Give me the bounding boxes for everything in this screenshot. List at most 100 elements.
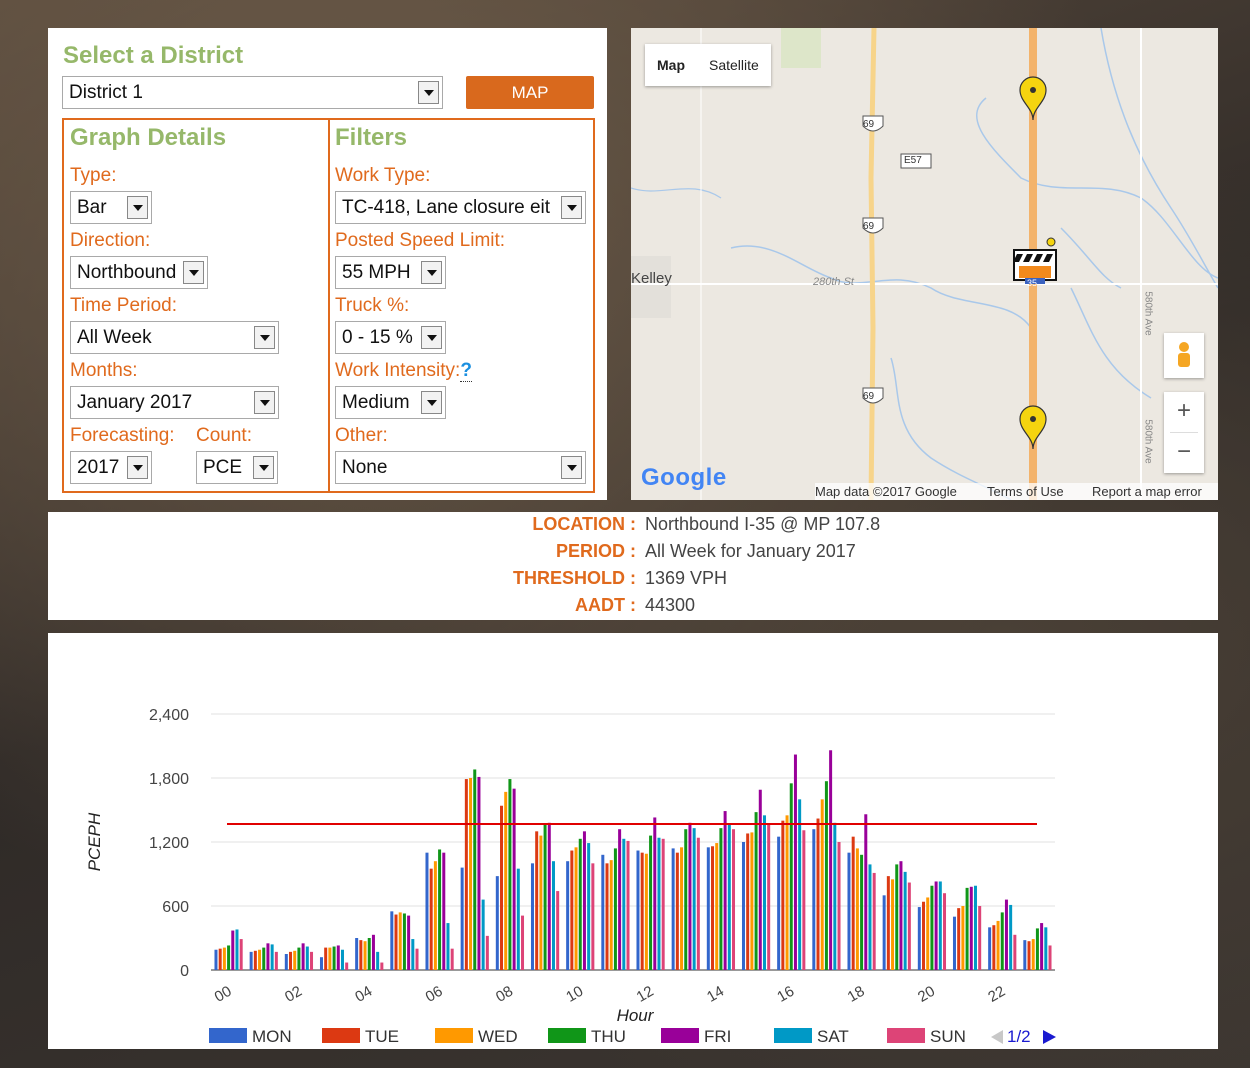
truck-percent-label: Truck %: (335, 295, 410, 316)
bar-sat-20 (938, 881, 942, 970)
bar-fri-01 (266, 943, 270, 970)
threshold-key: THRESHOLD : (513, 568, 636, 588)
chevron-down-icon[interactable] (254, 391, 275, 414)
chevron-down-icon[interactable] (561, 456, 582, 479)
bar-mon-23 (1023, 940, 1027, 970)
district-select[interactable]: District 1 (62, 76, 443, 109)
bar-sat-01 (270, 944, 274, 970)
bar-sat-15 (762, 815, 766, 970)
terms-link[interactable]: Terms of Use (987, 484, 1064, 499)
bar-thu-07 (473, 769, 477, 970)
type-select[interactable]: Bar (70, 191, 152, 224)
bar-sat-21 (973, 885, 977, 970)
help-icon[interactable]: ? (460, 360, 472, 382)
bar-wed-18 (855, 848, 859, 970)
chevron-down-icon[interactable] (127, 196, 148, 219)
bar-sun-09 (556, 891, 560, 970)
bar-wed-00 (222, 947, 226, 970)
map-type-satellite-button[interactable]: Satellite (697, 44, 771, 86)
bar-fri-02 (301, 943, 305, 970)
bar-sat-03 (340, 949, 344, 970)
chevron-down-icon[interactable] (254, 326, 275, 349)
bar-tue-12 (640, 852, 644, 970)
bar-sat-11 (622, 838, 626, 970)
bar-tue-16 (781, 820, 785, 970)
x-tick-label: 06 (423, 983, 446, 1006)
months-select[interactable]: January 2017 (70, 386, 279, 419)
bar-thu-10 (578, 838, 582, 970)
y-tick-label: 1,800 (149, 771, 189, 788)
chevron-down-icon[interactable] (127, 456, 148, 479)
bar-tue-02 (289, 951, 293, 970)
filters-heading: Filters (335, 124, 408, 151)
map-view[interactable]: 69 69 69 E57 Kelley 280th St 35 580th Av… (631, 28, 1218, 500)
zoom-in-button[interactable]: + (1164, 392, 1204, 432)
speed-limit-select[interactable]: 55 MPH (335, 256, 446, 289)
bar-fri-04 (371, 934, 375, 970)
bar-wed-10 (574, 847, 578, 970)
time-period-label: Time Period: (70, 295, 177, 316)
chevron-down-icon[interactable] (421, 326, 442, 349)
bar-mon-11 (601, 854, 605, 970)
bar-sat-09 (551, 861, 555, 970)
legend-next-arrow-icon[interactable] (1043, 1030, 1056, 1044)
location-row: LOCATION : Northbound I-35 @ MP 107.8 (48, 514, 1218, 540)
bar-sun-04 (380, 962, 384, 970)
bar-fri-09 (547, 822, 551, 970)
bar-tue-14 (711, 846, 715, 970)
bar-thu-00 (227, 945, 231, 970)
time-period-select[interactable]: All Week (70, 321, 279, 354)
bar-fri-00 (231, 930, 235, 970)
direction-label: Direction: (70, 230, 151, 251)
map-data-text: Map data ©2017 Google (815, 484, 957, 499)
bar-fri-21 (969, 886, 973, 970)
threshold-row: THRESHOLD : 1369 VPH (48, 568, 1218, 594)
work-type-select[interactable]: TC-418, Lane closure eit (335, 191, 586, 224)
bar-sun-13 (696, 837, 700, 970)
kelley-town-label: Kelley (631, 270, 672, 287)
direction-select[interactable]: Northbound (70, 256, 208, 289)
type-label: Type: (70, 165, 117, 186)
chevron-down-icon[interactable] (561, 196, 582, 219)
bar-tue-08 (500, 805, 504, 970)
bar-wed-14 (715, 843, 719, 970)
forecasting-select[interactable]: 2017 (70, 451, 152, 484)
bar-fri-10 (582, 831, 586, 970)
other-select[interactable]: None (335, 451, 586, 484)
zoom-out-button[interactable]: − (1164, 433, 1204, 473)
speed-limit-label: Posted Speed Limit: (335, 230, 506, 251)
bar-thu-23 (1035, 928, 1039, 970)
chevron-down-icon[interactable] (418, 81, 439, 104)
ave-580th-label: 580th Ave (1142, 419, 1154, 464)
bar-fri-13 (688, 822, 692, 970)
map-button[interactable]: MAP (466, 76, 594, 109)
legend-swatch-sun (887, 1028, 925, 1043)
google-logo[interactable]: Google (641, 464, 727, 492)
count-select[interactable]: PCE (196, 451, 278, 484)
bar-sun-19 (907, 882, 911, 970)
bar-wed-07 (469, 778, 473, 970)
truck-percent-select[interactable]: 0 - 15 % (335, 321, 446, 354)
bar-tue-23 (1027, 941, 1031, 970)
bar-sat-04 (376, 951, 380, 970)
chevron-down-icon[interactable] (183, 261, 204, 284)
bar-thu-01 (262, 947, 266, 970)
bar-fri-12 (653, 817, 657, 970)
bar-wed-04 (363, 941, 367, 970)
work-intensity-select[interactable]: Medium (335, 386, 446, 419)
report-map-error-link[interactable]: Report a map error (1092, 484, 1202, 499)
street-view-pegman-icon[interactable] (1164, 333, 1204, 378)
chevron-down-icon[interactable] (421, 391, 442, 414)
other-label: Other: (335, 425, 388, 446)
map-type-map-button[interactable]: Map (645, 44, 697, 86)
bar-fri-18 (864, 814, 868, 970)
bar-mon-15 (741, 842, 745, 970)
bar-mon-22 (988, 927, 992, 970)
chart-panel: 0 600 1,200 1,800 2,400 PCEPH 00 02 04 06 08 10 12 14… (48, 633, 1218, 1049)
legend-label-fri: FRI (704, 1027, 731, 1046)
x-tick-label: 14 (704, 983, 727, 1006)
bar-tue-21 (957, 908, 961, 970)
chevron-down-icon[interactable] (253, 456, 274, 479)
chevron-down-icon[interactable] (421, 261, 442, 284)
bar-sun-22 (1013, 934, 1017, 970)
